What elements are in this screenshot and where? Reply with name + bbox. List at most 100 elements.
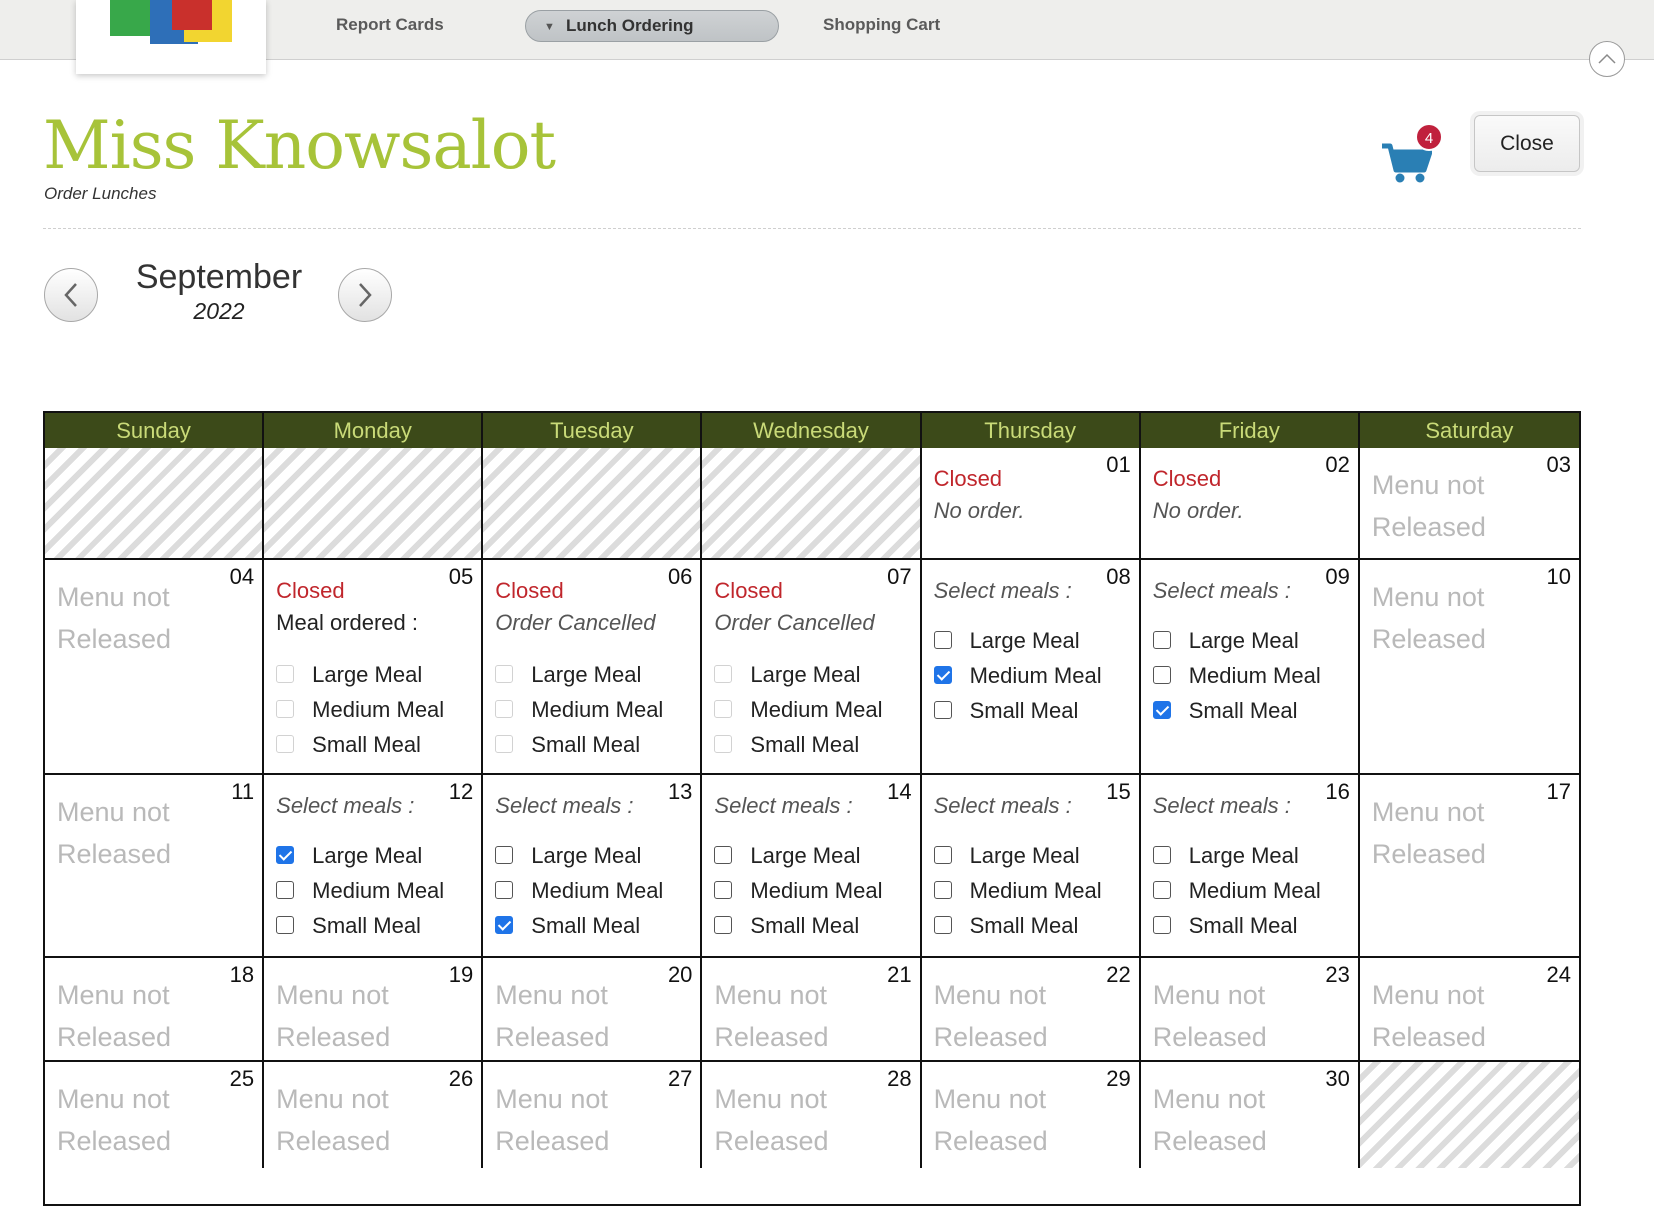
day-number: 06 bbox=[667, 564, 693, 589]
day-number: 07 bbox=[887, 564, 912, 589]
day-number: 15 bbox=[1106, 779, 1131, 804]
calendar-day-cell: 30 Menu not Released bbox=[1140, 1062, 1360, 1168]
menu-not-released-text: Menu not Released bbox=[1371, 582, 1486, 654]
school-logo[interactable] bbox=[76, 0, 266, 74]
collapse-button[interactable] bbox=[1589, 41, 1625, 77]
day-number: 21 bbox=[887, 962, 912, 987]
meal-checkbox[interactable] bbox=[276, 916, 295, 934]
meal-checkbox bbox=[714, 735, 733, 753]
select-meals-label: Select meals : bbox=[495, 793, 634, 818]
meal-checkbox[interactable] bbox=[495, 916, 514, 934]
meal-option-label: Small Meal bbox=[750, 913, 860, 938]
closed-status: Closed bbox=[1152, 466, 1222, 491]
page-title: Miss Knowsalot bbox=[43, 107, 556, 184]
day-number: 08 bbox=[1106, 564, 1131, 589]
menu-not-released-text: Menu not Released bbox=[933, 980, 1048, 1052]
meal-checkbox[interactable] bbox=[714, 916, 733, 934]
dropdown-caret-icon: ▼ bbox=[544, 21, 555, 33]
meal-checkbox[interactable] bbox=[1152, 881, 1171, 899]
meal-option-label: Medium Meal bbox=[531, 697, 664, 722]
closed-status: Closed bbox=[714, 578, 783, 603]
calendar-day-cell: 22 Menu not Released bbox=[921, 958, 1141, 1062]
meal-option-label: Medium Meal bbox=[1188, 878, 1321, 903]
day-number: 13 bbox=[667, 779, 693, 804]
meal-checkbox[interactable] bbox=[1152, 666, 1171, 684]
select-meals-label: Select meals : bbox=[933, 578, 1072, 603]
meal-checkbox[interactable] bbox=[933, 701, 952, 719]
meal-checkbox bbox=[714, 700, 733, 718]
calendar-day-cell: 06 Closed Order Cancelled Large Meal Medium … bbox=[483, 560, 703, 775]
meal-checkbox[interactable] bbox=[714, 881, 733, 899]
meal-checkbox[interactable] bbox=[933, 631, 952, 649]
day-number: 10 bbox=[1546, 564, 1571, 589]
close-button[interactable]: Close bbox=[1474, 115, 1580, 172]
meal-option-label: Small Meal bbox=[1188, 913, 1298, 938]
meal-checkbox[interactable] bbox=[933, 881, 952, 899]
day-number: 24 bbox=[1546, 962, 1571, 987]
meal-checkbox[interactable] bbox=[714, 846, 733, 864]
day-number: 14 bbox=[887, 779, 912, 804]
meal-checkbox[interactable] bbox=[933, 916, 952, 934]
year-label: 2022 bbox=[193, 298, 245, 324]
select-meals-label: Select meals : bbox=[1152, 793, 1291, 818]
meal-checkbox[interactable] bbox=[276, 881, 295, 899]
meal-checkbox[interactable] bbox=[1152, 846, 1171, 864]
day-number: 19 bbox=[448, 962, 474, 987]
calendar-day-cell: 03 Menu not Released bbox=[1359, 448, 1579, 560]
day-number: 04 bbox=[229, 564, 255, 589]
chevron-right-icon bbox=[359, 283, 372, 307]
calendar-day-cell: 25 Menu not Released bbox=[45, 1062, 265, 1168]
nav-lunch-ordering[interactable]: ▼ Lunch Ordering bbox=[525, 10, 779, 42]
page-subtitle: Order Lunches bbox=[44, 184, 157, 203]
meal-checkbox[interactable] bbox=[495, 881, 514, 899]
order-status-note: No order. bbox=[1152, 498, 1244, 523]
month-label: September bbox=[135, 258, 303, 296]
day-header-saturday: Saturday bbox=[1425, 418, 1514, 443]
calendar-empty-day bbox=[264, 448, 484, 560]
nav-report-cards[interactable]: Report Cards bbox=[336, 14, 444, 36]
meal-option-label: Small Meal bbox=[531, 913, 641, 938]
meal-option-label: Medium Meal bbox=[312, 697, 445, 722]
menu-not-released-text: Menu not Released bbox=[276, 1084, 391, 1156]
nav-shopping-cart[interactable]: Shopping Cart bbox=[823, 14, 940, 36]
next-month-button[interactable] bbox=[338, 268, 392, 322]
header-divider bbox=[43, 228, 1581, 229]
calendar-day-cell: 07 Closed Order Cancelled Large Meal Medium … bbox=[702, 560, 922, 775]
day-number: 20 bbox=[667, 962, 693, 987]
meal-option-label: Large Meal bbox=[531, 843, 642, 868]
day-number: 23 bbox=[1325, 962, 1350, 987]
meal-checkbox[interactable] bbox=[1152, 916, 1171, 934]
menu-not-released-text: Menu not Released bbox=[1152, 980, 1267, 1052]
day-number: 01 bbox=[1106, 452, 1131, 477]
day-header-monday: Monday bbox=[264, 413, 484, 448]
menu-not-released-text: Menu not Released bbox=[276, 980, 391, 1052]
calendar-day-cell: 02 Closed No order. bbox=[1140, 448, 1360, 560]
meal-checkbox[interactable] bbox=[276, 846, 295, 864]
day-number: 17 bbox=[1546, 779, 1571, 804]
meal-checkbox[interactable] bbox=[1152, 631, 1171, 649]
nav-lunch-ordering-label: Lunch Ordering bbox=[566, 16, 694, 35]
meal-option-label: Medium Meal bbox=[969, 878, 1102, 903]
menu-not-released-text: Menu not Released bbox=[1152, 1084, 1267, 1156]
calendar-day-cell: 23 Menu not Released bbox=[1140, 958, 1360, 1062]
meal-checkbox[interactable] bbox=[933, 666, 952, 684]
previous-month-button[interactable] bbox=[44, 268, 98, 322]
meal-checkbox[interactable] bbox=[495, 846, 514, 864]
logo-red-square bbox=[172, 0, 212, 30]
cart-count-badge: 4 bbox=[1415, 123, 1443, 151]
meal-checkbox[interactable] bbox=[933, 846, 952, 864]
meal-checkbox[interactable] bbox=[1152, 701, 1171, 719]
calendar-day-cell: 16 Select meals : Large Meal Medium Meal Sma… bbox=[1140, 775, 1360, 958]
day-header-sunday: Sunday bbox=[45, 413, 265, 448]
select-meals-label: Select meals : bbox=[714, 793, 853, 818]
meal-option-label: Medium Meal bbox=[1188, 663, 1321, 688]
meal-option-label: Large Meal bbox=[969, 628, 1080, 653]
order-status-note: Order Cancelled bbox=[495, 610, 656, 635]
closed-status: Closed bbox=[933, 466, 1003, 491]
meal-option-label: Medium Meal bbox=[750, 697, 883, 722]
calendar-empty-day bbox=[483, 448, 703, 560]
meal-checkbox bbox=[276, 665, 295, 683]
day-number: 05 bbox=[448, 564, 474, 589]
meal-option-label: Medium Meal bbox=[312, 878, 445, 903]
select-meals-label: Select meals : bbox=[276, 793, 415, 818]
